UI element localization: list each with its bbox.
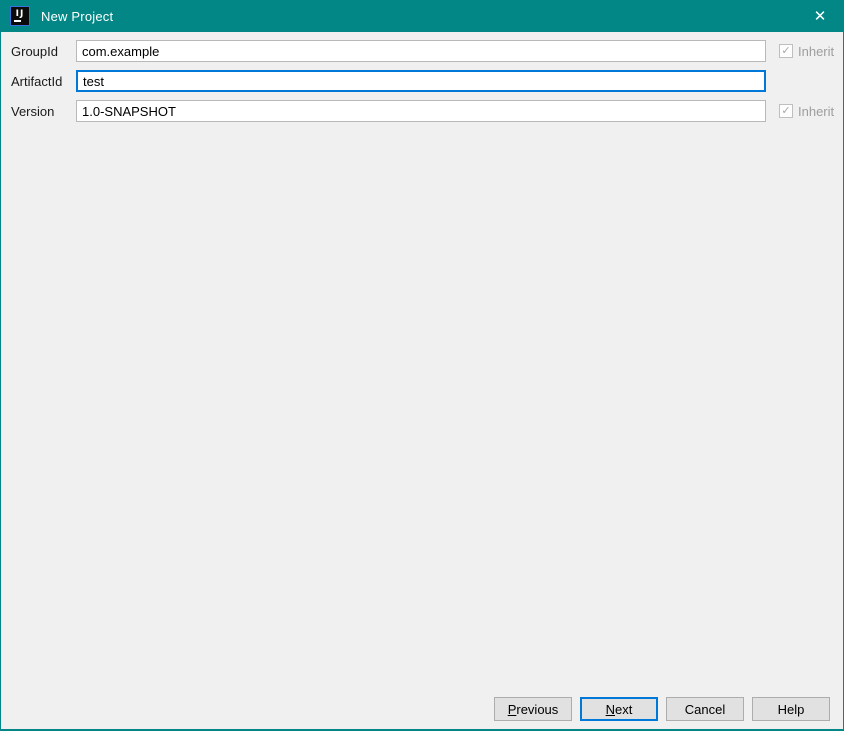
intellij-idea-logo-icon: IJ: [10, 6, 30, 26]
version-inherit: ✓ Inherit: [779, 104, 834, 119]
maven-coordinates-form: GroupId ✓ Inherit ArtifactId Version ✓ I…: [1, 32, 843, 122]
app-icon-underscore: [14, 20, 21, 22]
version-input[interactable]: [76, 100, 766, 122]
inherit-label: Inherit: [798, 43, 835, 59]
groupid-row: GroupId ✓ Inherit: [11, 40, 843, 62]
groupid-label: GroupId: [11, 43, 58, 59]
version-row: Version ✓ Inherit: [11, 100, 843, 122]
dialog-buttons: Previous Next Cancel Help: [494, 697, 830, 721]
inherit-label: Inherit: [798, 103, 835, 119]
version-label: Version: [11, 103, 55, 119]
artifactid-row: ArtifactId: [11, 70, 843, 92]
cancel-button[interactable]: Cancel: [666, 697, 744, 721]
help-button[interactable]: Help: [752, 697, 830, 721]
inherit-checkbox-checked-icon[interactable]: ✓: [779, 44, 793, 58]
close-icon: ✕: [813, 8, 827, 25]
titlebar[interactable]: IJ New Project ✕: [1, 0, 843, 32]
inherit-checkbox-checked-icon[interactable]: ✓: [779, 104, 793, 118]
previous-button[interactable]: Previous: [494, 697, 572, 721]
groupid-inherit: ✓ Inherit: [779, 44, 834, 59]
close-button[interactable]: ✕: [797, 0, 843, 32]
artifactid-label: ArtifactId: [11, 73, 63, 89]
groupid-input[interactable]: [76, 40, 766, 62]
next-button[interactable]: Next: [580, 697, 658, 721]
window-title: New Project: [41, 8, 114, 24]
app-icon-text: IJ: [15, 9, 25, 19]
artifactid-input[interactable]: [76, 70, 766, 92]
new-project-dialog: IJ New Project ✕ GroupId ✓ Inherit Artif…: [0, 0, 844, 731]
